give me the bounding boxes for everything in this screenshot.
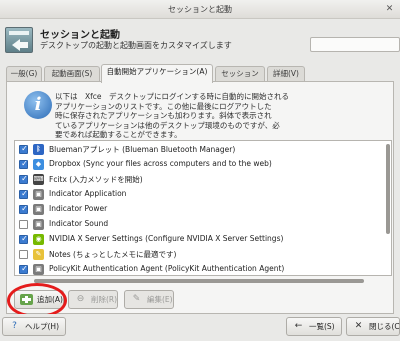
back-arrow-icon: ← (294, 321, 303, 331)
edit-button-label: 編集(E) (147, 295, 173, 304)
list-item[interactable]: ✎ Notes (ちょっとしたメモに最適です) (15, 247, 383, 262)
remove-icon: ⊖ (76, 294, 85, 304)
overview-button-label: 一覧(S) (309, 322, 335, 331)
enable-checkbox[interactable] (19, 264, 29, 274)
overview-button[interactable]: ← 一覧(S) (286, 317, 342, 336)
list-item[interactable]: ⌨ Fcitx (入力メソッドを開始) (15, 172, 383, 187)
app-label: Notes (ちょっとしたメモに最適です) (49, 250, 177, 259)
settings-search-input[interactable] (310, 37, 400, 52)
enable-checkbox[interactable] (19, 174, 29, 184)
enable-checkbox[interactable] (19, 234, 29, 244)
indicator-icon: ▣ (33, 204, 44, 215)
tab-advanced[interactable]: 詳細(V) (267, 66, 305, 82)
app-label: Bluemanアプレット (Blueman Bluetooth Manager) (49, 145, 236, 154)
tab-general[interactable]: 一般(G) (6, 66, 42, 82)
app-label: Indicator Sound (49, 219, 109, 228)
enable-checkbox[interactable] (19, 250, 28, 259)
close-window-icon[interactable]: ✕ (383, 3, 396, 16)
list-item[interactable]: ▣ Indicator Power (15, 202, 383, 217)
remove-button[interactable]: ⊖ 削除(R) (68, 290, 118, 309)
list-item[interactable]: ▣ Indicator Application (15, 187, 383, 202)
window-title: セッションと起動 (168, 5, 232, 14)
app-label: Indicator Application (49, 189, 127, 198)
tab-splash[interactable]: 起動画面(S) (44, 66, 100, 82)
tab-application-autostart[interactable]: 自動開始アプリケーション(A) (101, 64, 213, 83)
enable-checkbox[interactable] (19, 159, 29, 169)
close-button-label: 閉じる(C) (369, 322, 400, 331)
enable-checkbox[interactable] (19, 189, 29, 199)
horizontal-scroll-thumb[interactable] (34, 279, 364, 283)
header-subtitle: デスクトップの起動と起動画面をカスタマイズします (40, 41, 232, 50)
remove-button-label: 削除(R) (91, 295, 118, 304)
list-horizontal-scrollbar[interactable] (14, 278, 384, 284)
header-title: セッションと起動 (40, 30, 120, 41)
tab-bar: 一般(G) 起動画面(S) 自動開始アプリケーション(A) セッション(S) 詳… (6, 64, 396, 92)
help-button[interactable]: ? ヘルプ(H) (2, 317, 66, 336)
list-item[interactable]: ▣ Indicator Sound (15, 217, 383, 232)
info-icon: i (24, 91, 52, 119)
enable-checkbox[interactable] (19, 220, 28, 229)
list-item[interactable]: ▣ PolicyKit Authentication Agent (Policy… (15, 262, 383, 275)
app-label: Fcitx (入力メソッドを開始) (49, 175, 143, 184)
dropbox-icon: ◆ (33, 159, 44, 170)
app-label: NVIDIA X Server Settings (Configure NVID… (49, 234, 284, 243)
info-text: 以下は Xfce デスクトップにログインする時に自動的に開始される アプリケーシ… (55, 92, 290, 140)
tab-session[interactable]: セッション(S) (215, 66, 265, 92)
list-item[interactable]: ◉ NVIDIA X Server Settings (Configure NV… (15, 232, 383, 247)
nvidia-icon: ◉ (33, 234, 44, 245)
indicator-icon: ▣ (33, 189, 44, 200)
edit-button[interactable]: ✎ 編集(E) (124, 290, 174, 309)
autostart-app-list[interactable]: ᛒ Bluemanアプレット (Blueman Bluetooth Manage… (14, 140, 392, 276)
close-icon: ✕ (354, 321, 363, 331)
list-item[interactable]: ◆ Dropbox (Sync your files across comput… (15, 157, 383, 172)
keyboard-icon: ⌨ (33, 174, 44, 185)
enable-checkbox[interactable] (19, 204, 29, 214)
dialog-header: セッションと起動 デスクトップの起動と起動画面をカスタマイズします (0, 19, 400, 59)
enable-checkbox[interactable] (19, 144, 29, 154)
highlight-annotation-ring (7, 283, 67, 318)
help-button-label: ヘルプ(H) (25, 322, 59, 331)
close-button[interactable]: ✕ 閉じる(C) (346, 317, 400, 336)
window-titlebar: セッションと起動 ✕ (0, 0, 400, 19)
edit-icon: ✎ (132, 294, 141, 304)
session-startup-icon (5, 27, 33, 53)
vertical-scroll-thumb[interactable] (386, 144, 390, 234)
indicator-icon: ▣ (33, 219, 44, 230)
list-vertical-scrollbar[interactable] (385, 142, 391, 268)
list-item[interactable]: ᛒ Bluemanアプレット (Blueman Bluetooth Manage… (15, 142, 383, 157)
app-label: Dropbox (Sync your files across computer… (49, 159, 272, 168)
bluetooth-icon: ᛒ (33, 144, 44, 155)
help-icon: ? (12, 321, 17, 331)
app-label: Indicator Power (49, 204, 108, 213)
policykit-icon: ▣ (33, 264, 44, 275)
notes-icon: ✎ (33, 249, 44, 260)
app-label: PolicyKit Authentication Agent (PolicyKi… (49, 264, 285, 273)
